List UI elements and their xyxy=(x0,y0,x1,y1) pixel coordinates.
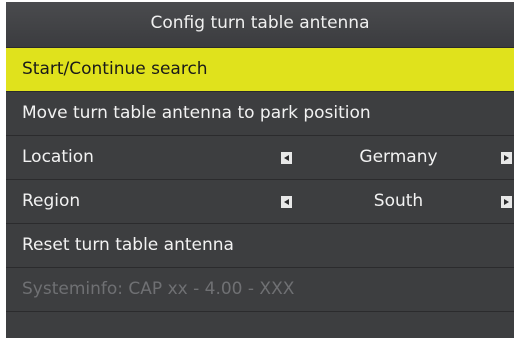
region-label: Region xyxy=(22,191,81,211)
location-value: Germany xyxy=(359,147,438,167)
reset-antenna-item[interactable]: Reset turn table antenna xyxy=(6,224,514,267)
screen-title: Config turn table antenna xyxy=(6,2,514,47)
systeminfo-text: Systeminfo: CAP xx - 4.00 - XXX xyxy=(22,279,295,299)
start-continue-search-item[interactable]: Start/Continue search xyxy=(6,48,514,91)
location-prev-arrow-icon[interactable] xyxy=(281,152,292,164)
park-position-label: Move turn table antenna to park position xyxy=(22,103,371,123)
region-value: South xyxy=(373,191,424,211)
location-next-arrow-icon[interactable] xyxy=(501,152,512,164)
start-continue-search-label: Start/Continue search xyxy=(22,59,208,79)
region-selector[interactable]: Region South xyxy=(6,180,514,223)
reset-antenna-label: Reset turn table antenna xyxy=(22,235,234,255)
region-next-arrow-icon[interactable] xyxy=(501,196,512,208)
systeminfo-row: Systeminfo: CAP xx - 4.00 - XXX xyxy=(6,268,514,311)
park-position-item[interactable]: Move turn table antenna to park position xyxy=(6,92,514,135)
location-selector[interactable]: Location Germany xyxy=(6,136,514,179)
empty-menu-row xyxy=(6,312,514,338)
location-label: Location xyxy=(22,147,94,167)
region-prev-arrow-icon[interactable] xyxy=(281,196,292,208)
antenna-config-screen: Config turn table antenna Start/Continue… xyxy=(6,2,514,338)
config-menu: Start/Continue search Move turn table an… xyxy=(6,48,514,338)
